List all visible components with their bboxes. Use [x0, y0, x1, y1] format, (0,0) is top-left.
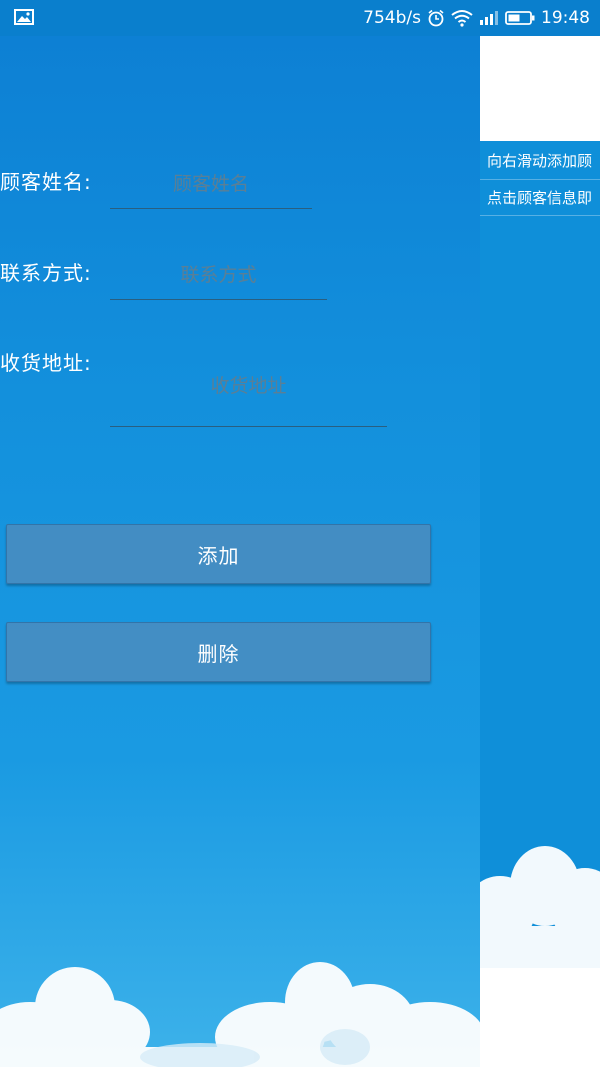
delete-button[interactable]: 删除: [6, 622, 431, 682]
network-speed: 754b/s: [363, 8, 421, 28]
address-label: 收货地址:: [0, 351, 92, 375]
battery-icon: [505, 11, 535, 25]
gallery-icon: [14, 9, 34, 25]
divider: [480, 215, 600, 216]
side-header-area: [480, 36, 600, 141]
divider: [480, 179, 600, 180]
swipe-tip-text: 向右滑动添加顾: [487, 152, 593, 170]
customer-name-input[interactable]: [110, 160, 312, 209]
status-bar: 754b/s 19:48: [0, 0, 600, 36]
contact-input[interactable]: [110, 251, 327, 300]
signal-icon: [480, 11, 498, 25]
clock: 19:48: [541, 8, 590, 28]
address-input[interactable]: [110, 346, 387, 427]
app-screen: 754b/s 19:48 顾客姓名: 顾客姓名 联系方式: 联系方式 收货地址:…: [0, 0, 600, 1067]
add-button[interactable]: 添加: [6, 524, 431, 584]
contact-label: 联系方式:: [0, 261, 92, 285]
click-tip-text: 点击顾客信息即: [487, 189, 593, 207]
wifi-icon: [451, 10, 473, 27]
clouds-decoration: [0, 962, 480, 1067]
status-bar-right: 754b/s 19:48: [363, 0, 590, 36]
side-footer-area: [480, 968, 600, 1067]
customer-name-label: 顾客姓名:: [0, 170, 92, 194]
alarm-icon: [428, 9, 444, 27]
customer-form-panel: 顾客姓名: 联系方式: 收货地址: 添加 删除: [0, 36, 480, 1067]
side-clouds-decoration: [480, 846, 600, 971]
side-drawer[interactable]: 向右滑动添加顾 点击顾客信息即: [480, 36, 600, 1067]
